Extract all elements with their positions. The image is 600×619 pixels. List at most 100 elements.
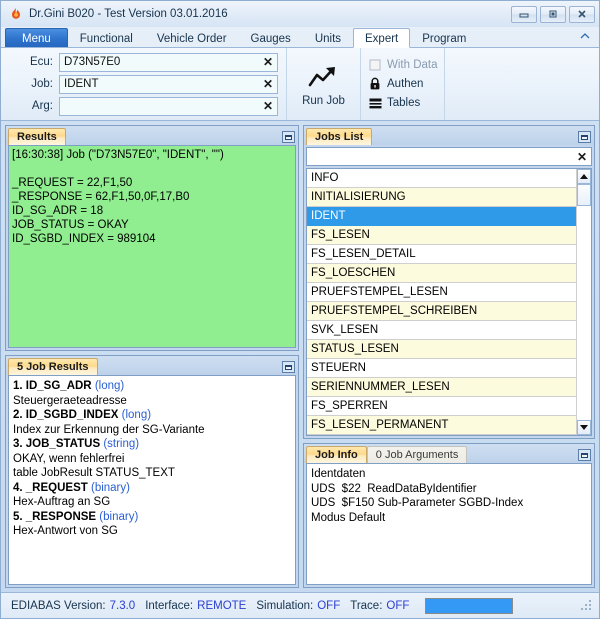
job-arguments-tab[interactable]: 0 Job Arguments xyxy=(366,446,468,463)
jobs-list-item[interactable]: FS_SPERREN xyxy=(307,397,576,416)
tables-option[interactable]: Tables xyxy=(367,94,438,113)
jobs-list-item[interactable]: SVK_LESEN xyxy=(307,321,576,340)
results-panel-header: Results xyxy=(6,126,298,145)
jobs-list-item[interactable]: INFO xyxy=(307,169,576,188)
window-title: Dr.Gini B020 - Test Version 03.01.2016 xyxy=(29,8,228,20)
job-result-title: 1. ID_SG_ADR (long) xyxy=(13,379,291,394)
arrow-down-icon xyxy=(580,425,588,430)
jobs-list-item[interactable]: INITIALISIERUNG xyxy=(307,188,576,207)
jobs-list-item[interactable]: PRUEFSTEMPEL_LESEN xyxy=(307,283,576,302)
ecu-label: Ecu: xyxy=(29,56,53,68)
job-input[interactable]: IDENT ✕ xyxy=(59,74,278,94)
job-info-panel-body: Identdaten UDS $22 ReadDataByIdentifier … xyxy=(306,463,592,585)
close-button[interactable] xyxy=(569,5,595,23)
jobs-list-scrollbar[interactable] xyxy=(576,169,591,435)
job-result-name: ID_SGBD_INDEX xyxy=(22,409,122,421)
job-result-type: (binary) xyxy=(90,481,130,494)
minimize-button[interactable] xyxy=(511,5,537,23)
scrollbar-thumb[interactable] xyxy=(577,184,591,206)
tab-menu[interactable]: Menu xyxy=(5,28,68,48)
authen-label: Authen xyxy=(387,78,424,90)
jobs-list-item[interactable]: IDENT xyxy=(307,207,576,226)
jobs-list-container: INFO INITIALISIERUNG IDENT FS_LESEN FS_LESEN… xyxy=(306,168,592,436)
jobs-list-item[interactable]: FS_LESEN_DETAIL xyxy=(307,245,576,264)
arg-clear-icon[interactable]: ✕ xyxy=(261,100,275,112)
jobs-list-panel: Jobs List ✕ INFO INITIALISIERUNG IDENT FS_L… xyxy=(303,125,595,439)
trend-arrow-icon xyxy=(307,64,341,93)
tab-units[interactable]: Units xyxy=(303,28,353,48)
authen-option[interactable]: Authen xyxy=(367,75,438,94)
jobs-list-item[interactable]: PRUEFSTEMPEL_SCHREIBEN xyxy=(307,302,576,321)
left-column: Results [16:30:38] Job ("D73N57E0", "IDE… xyxy=(5,125,299,588)
ecu-field-row: Ecu: D73N57E0 ✕ xyxy=(5,52,278,72)
resize-grip-icon[interactable] xyxy=(581,599,593,612)
results-tab[interactable]: Results xyxy=(8,128,66,145)
ribbon-content: Ecu: D73N57E0 ✕ Job: IDENT ✕ Arg: ✕ Run … xyxy=(1,47,599,121)
job-results-list: 1. ID_SG_ADR (long) Steuergeraeteadresse 2… xyxy=(9,376,295,542)
jobs-list-item[interactable]: FS_LESEN_PERMANENT xyxy=(307,416,576,435)
job-results-maximize-icon[interactable] xyxy=(282,361,295,373)
tab-expert[interactable]: Expert xyxy=(353,28,411,48)
jobs-search-clear-icon[interactable]: ✕ xyxy=(575,151,589,163)
job-info-panel: Job Info 0 Job Arguments Identdaten UDS … xyxy=(303,443,595,588)
jobs-search-box[interactable]: ✕ xyxy=(306,147,592,166)
maximize-button[interactable] xyxy=(540,5,566,23)
interface-label: Interface: xyxy=(145,599,194,612)
with-data-option[interactable]: With Data xyxy=(367,56,438,75)
job-info-maximize-icon[interactable] xyxy=(578,449,591,461)
tables-icon xyxy=(367,96,383,110)
chevron-up-icon[interactable] xyxy=(579,28,591,48)
job-result-title: 5. _RESPONSE (binary) xyxy=(13,510,291,525)
scroll-up-button[interactable] xyxy=(577,169,591,184)
arrow-up-icon xyxy=(580,174,588,179)
jobs-search-input[interactable] xyxy=(311,149,575,164)
job-results-panel-body: 1. ID_SG_ADR (long) Steuergeraeteadresse 2… xyxy=(8,375,296,585)
job-clear-icon[interactable]: ✕ xyxy=(261,78,275,90)
ecu-input[interactable]: D73N57E0 ✕ xyxy=(59,52,278,72)
ecu-job-arg-group: Ecu: D73N57E0 ✕ Job: IDENT ✕ Arg: ✕ xyxy=(1,48,287,120)
expert-options-group: With Data Authen Tables xyxy=(361,48,445,120)
job-value: IDENT xyxy=(64,78,99,90)
tab-gauges[interactable]: Gauges xyxy=(239,28,303,48)
job-info-tab[interactable]: Job Info xyxy=(306,446,367,463)
jobs-list-maximize-icon[interactable] xyxy=(578,131,591,143)
job-result-index: 5. xyxy=(13,510,23,523)
jobs-list-item[interactable]: FS_LESEN xyxy=(307,226,576,245)
scroll-down-button[interactable] xyxy=(577,420,591,435)
ediabas-version-value: 7.3.0 xyxy=(109,599,136,612)
job-result-description: Hex-Antwort von SG xyxy=(13,525,118,537)
run-job-button[interactable]: Run Job xyxy=(287,62,360,107)
flame-icon xyxy=(9,7,23,21)
jobs-list-item[interactable]: STEUERN xyxy=(307,359,576,378)
trace-label: Trace: xyxy=(350,599,383,612)
tab-vehicle-order[interactable]: Vehicle Order xyxy=(145,28,239,48)
job-result-name: ID_SG_ADR xyxy=(22,380,95,392)
jobs-list-item[interactable]: SERIENNUMMER_LESEN xyxy=(307,378,576,397)
ribbon-empty-area xyxy=(445,48,599,120)
jobs-list[interactable]: INFO INITIALISIERUNG IDENT FS_LESEN FS_LESEN… xyxy=(307,169,576,435)
tab-functional[interactable]: Functional xyxy=(68,28,145,48)
progress-bar-fill xyxy=(426,598,513,613)
interface-value: REMOTE xyxy=(197,599,247,612)
ecu-clear-icon[interactable]: ✕ xyxy=(261,56,275,68)
jobs-list-panel-header: Jobs List xyxy=(304,126,594,145)
progress-bar xyxy=(425,597,514,614)
ribbon-tab-strip: Menu Functional Vehicle Order Gauges Uni… xyxy=(1,27,599,48)
job-result-description: OKAY, wenn fehlerfrei xyxy=(13,452,125,465)
tab-program[interactable]: Program xyxy=(410,28,478,48)
jobs-list-item[interactable]: FS_LOESCHEN xyxy=(307,264,576,283)
lock-icon xyxy=(367,77,383,91)
job-results-tab[interactable]: 5 Job Results xyxy=(8,358,98,375)
job-result-type: (long) xyxy=(121,409,152,421)
job-result-name: JOB_STATUS xyxy=(22,438,104,450)
job-result-description: Steuergeraeteadresse xyxy=(13,394,127,407)
run-job-label: Run Job xyxy=(302,94,345,107)
job-result-name: _RESPONSE xyxy=(22,510,100,523)
job-result-type: (string) xyxy=(103,438,140,450)
arg-input[interactable]: ✕ xyxy=(59,96,278,116)
results-maximize-icon[interactable] xyxy=(282,131,295,143)
job-result-description: Hex-Auftrag an SG xyxy=(13,496,111,508)
jobs-list-tab[interactable]: Jobs List xyxy=(306,128,373,145)
scrollbar-track[interactable] xyxy=(577,206,591,420)
jobs-list-item[interactable]: STATUS_LESEN xyxy=(307,340,576,359)
